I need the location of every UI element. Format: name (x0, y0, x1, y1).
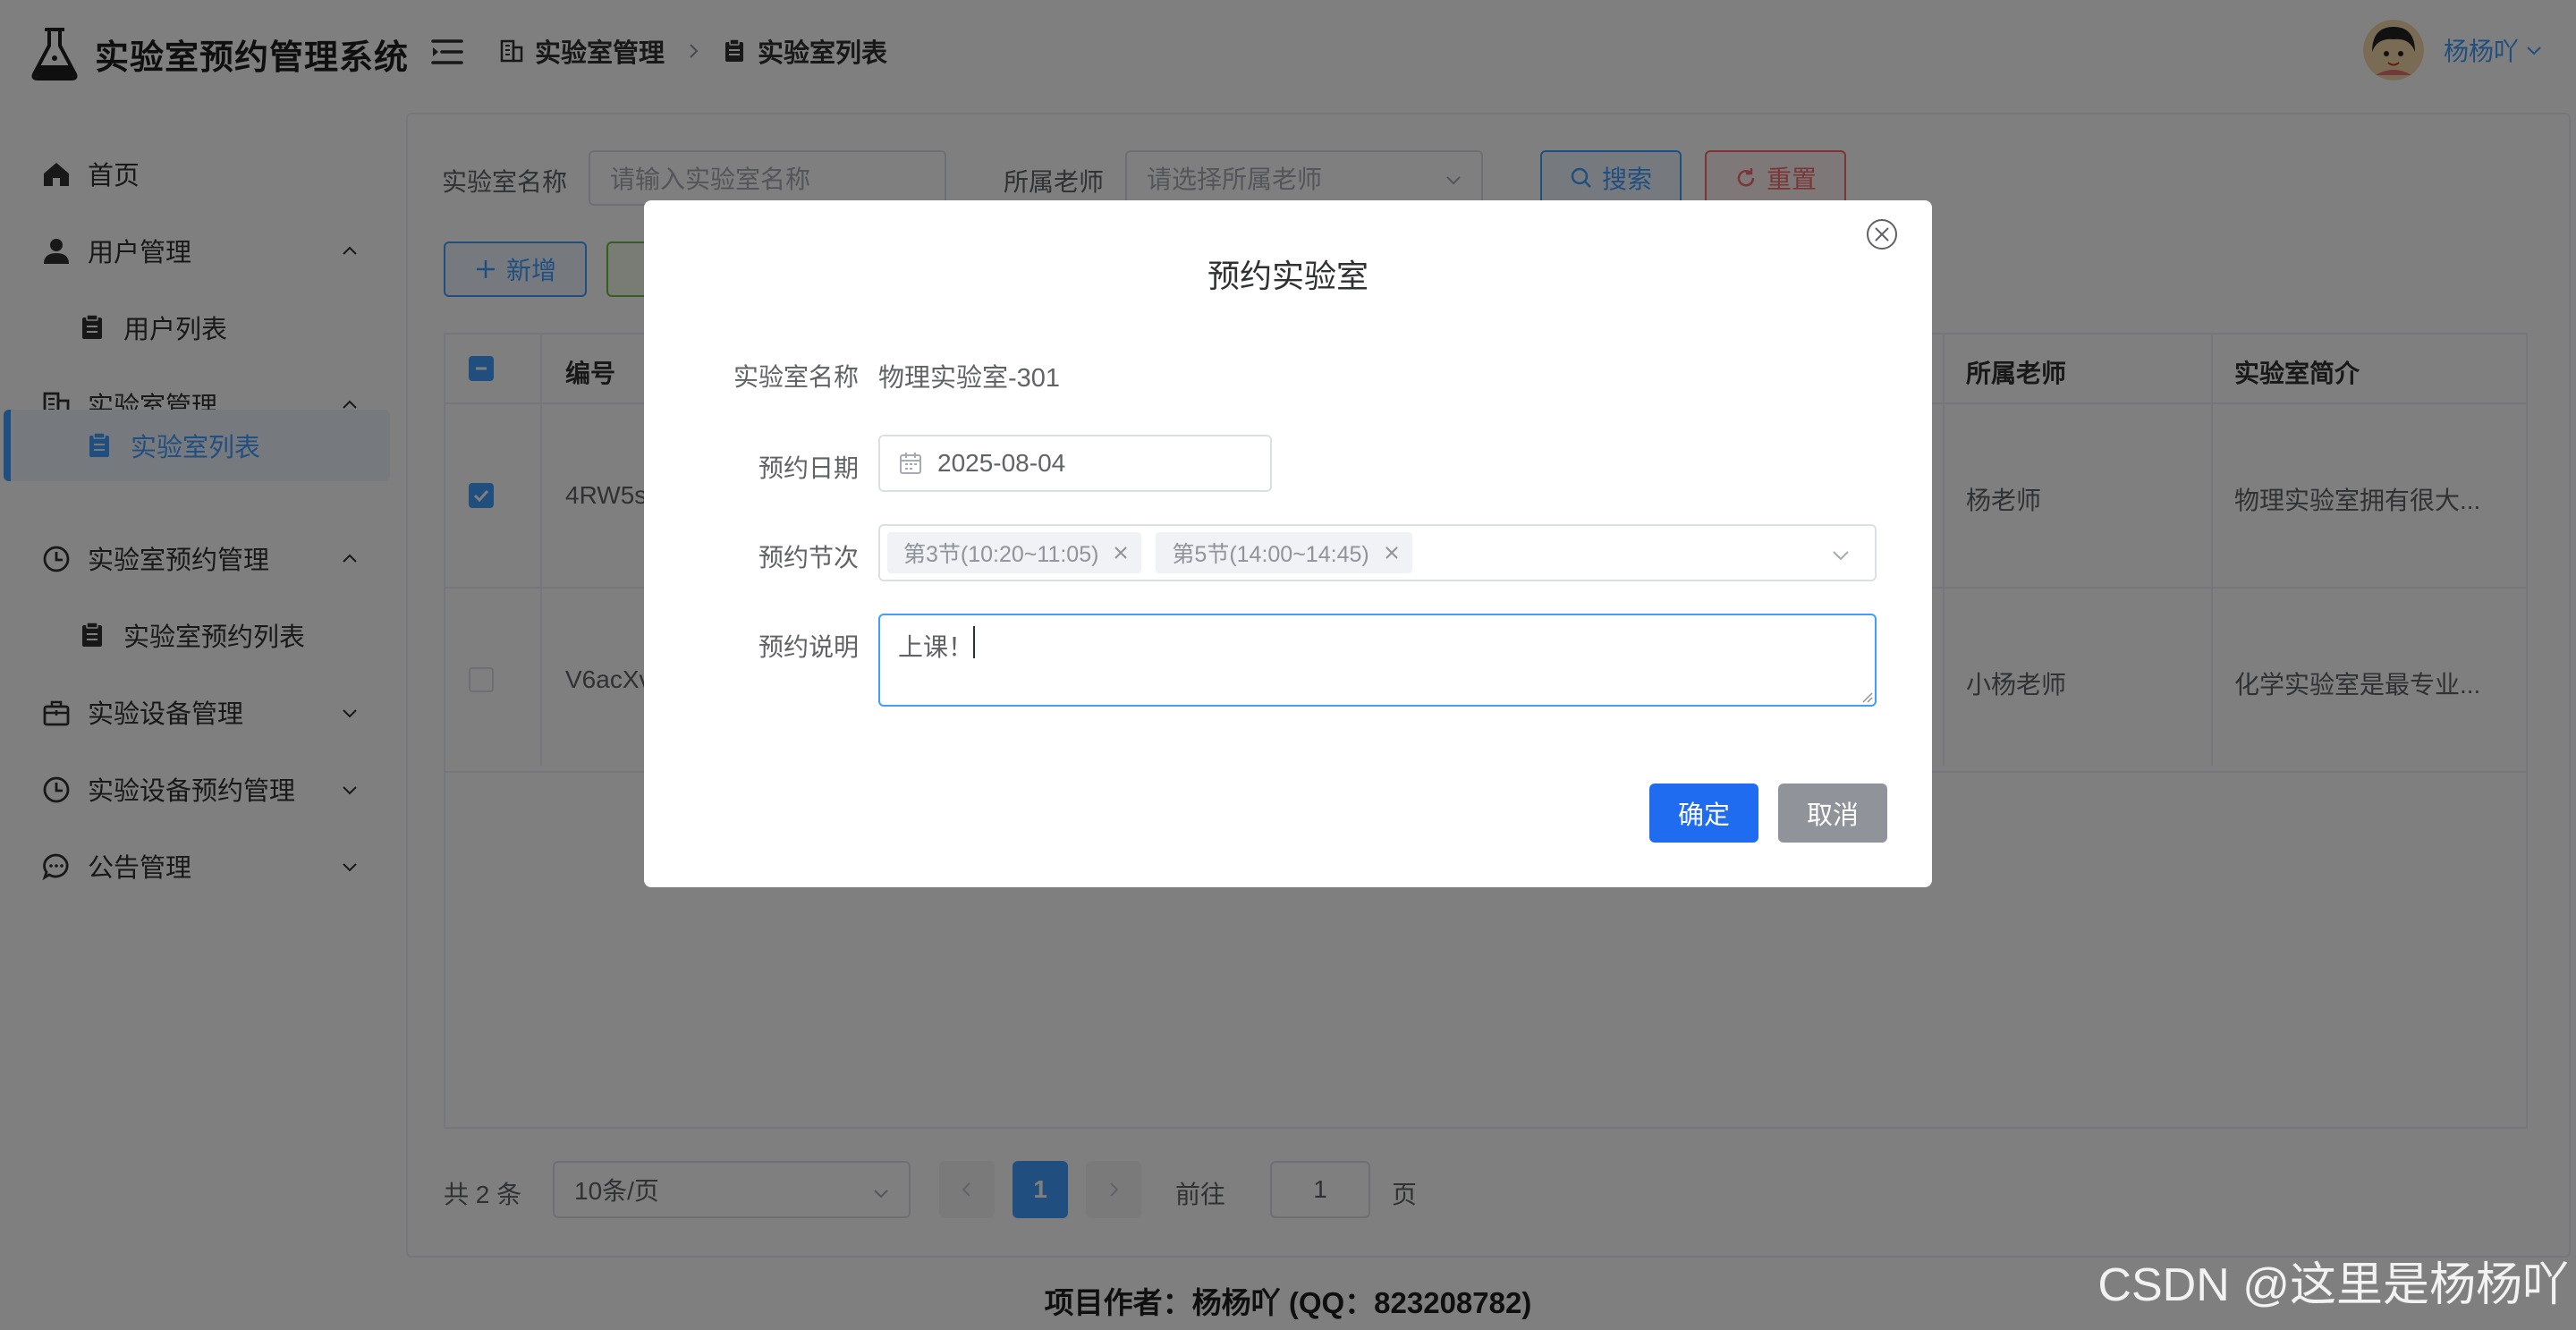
date-picker[interactable]: 2025-08-04 (878, 435, 1272, 492)
close-icon[interactable] (1864, 216, 1900, 252)
calendar-icon (898, 451, 923, 476)
close-icon[interactable] (1384, 545, 1400, 561)
confirm-button[interactable]: 确定 (1649, 784, 1758, 843)
session-label: 预约节次 (758, 544, 859, 572)
dialog-title: 预约实验室 (1207, 258, 1368, 294)
note-value: 上课！ (898, 633, 974, 661)
close-icon[interactable] (1113, 545, 1129, 561)
app-root: 实验室预约管理系统 实验室管理 实验室列表 (0, 0, 2576, 1330)
note-textarea[interactable]: 上课！ (878, 614, 1877, 707)
chevron-down-icon (1830, 545, 1852, 566)
session-tag: 第3节(10:20~11:05) (887, 532, 1142, 573)
text-caret (973, 626, 975, 658)
note-label: 预约说明 (758, 633, 859, 661)
session-tag: 第5节(14:00~14:45) (1156, 532, 1412, 573)
cancel-button[interactable]: 取消 (1778, 784, 1887, 843)
reservation-dialog: 预约实验室 实验室名称 物理实验室-301 预约日期 2025-08-04 预约… (644, 200, 1932, 887)
resize-grip-icon[interactable] (1860, 690, 1873, 703)
date-label: 预约日期 (758, 454, 859, 482)
session-multiselect[interactable]: 第3节(10:20~11:05) 第5节(14:00~14:45) (878, 524, 1877, 581)
session-tag-label: 第3节(10:20~11:05) (903, 542, 1099, 567)
watermark: CSDN @这里是杨杨吖 (2097, 1259, 2569, 1311)
session-tag-label: 第5节(14:00~14:45) (1172, 542, 1369, 567)
lab-name-label: 实验室名称 (733, 363, 859, 391)
lab-name-value: 物理实验室-301 (878, 364, 1061, 393)
date-value: 2025-08-04 (937, 449, 1066, 477)
